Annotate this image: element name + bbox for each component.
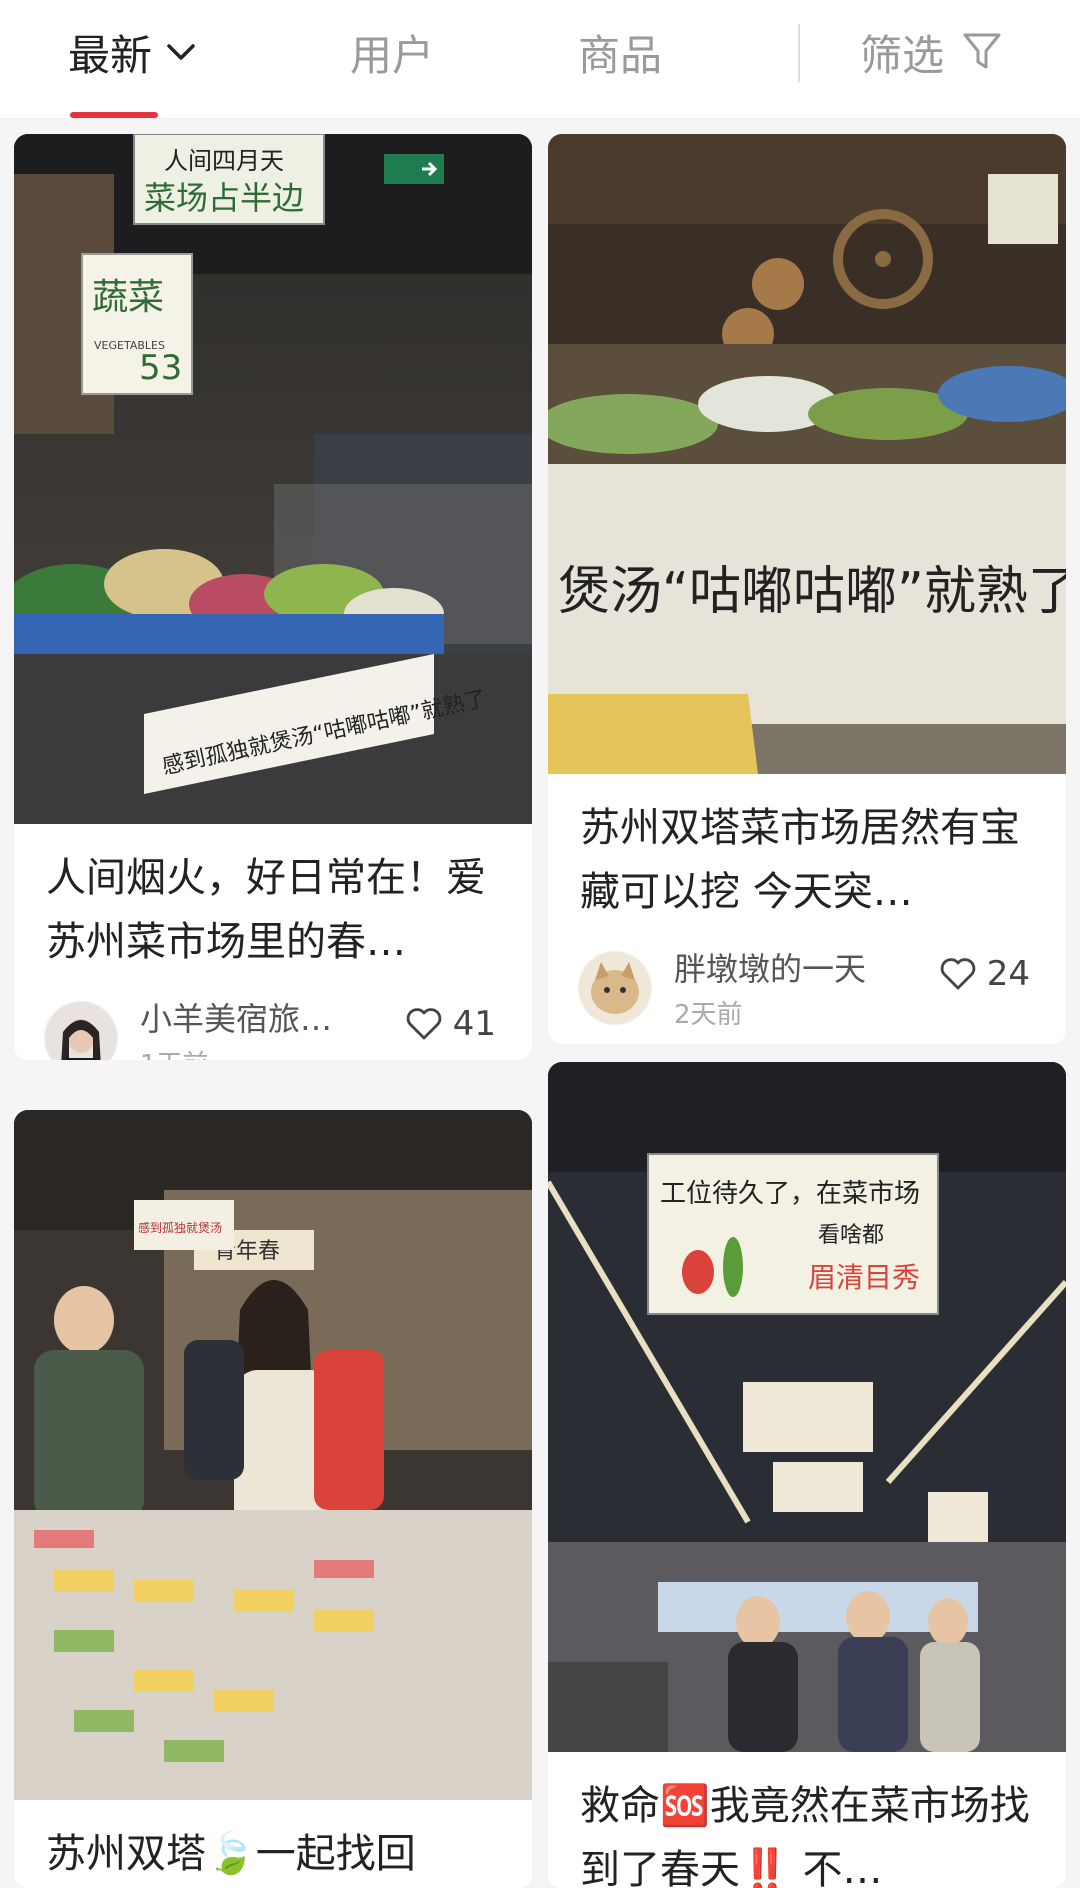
photo-sign-top: 人间四月天 (164, 147, 284, 175)
post-card[interactable]: 青年春 感到孤独就煲汤 苏州双塔🍃一起找回 (14, 1110, 532, 1888)
like-button[interactable]: 41 (405, 1004, 496, 1044)
tab-latest-label: 最新 (68, 30, 153, 80)
photo-sign-accent: 眉清目秀 (808, 1261, 920, 1294)
post-image: 感到孤独就煲汤“咕嘟咕嘟”就熟了 人间四月天 菜场占半边 蔬菜 53 VEGET… (14, 134, 532, 824)
tab-latest[interactable]: 最新 (68, 22, 196, 82)
active-tab-indicator (70, 112, 158, 118)
photo-sign-main: 工位待久了，在菜市场 (660, 1179, 920, 1209)
tab-users-label: 用户 (350, 30, 435, 80)
author-name: 胖墩墩的一天 (674, 950, 867, 988)
post-title: 苏州双塔🍃一起找回 (46, 1831, 416, 1877)
post-title: 人间烟火，好日常在！爱苏州菜市场里的春… (46, 855, 486, 965)
chevron-down-icon (166, 42, 196, 62)
post-card[interactable]: 工位待久了，在菜市场 看啥都 眉清目秀 救命🆘我竟然在菜市场找到了春天‼️ 不… (548, 1062, 1066, 1888)
like-count: 41 (452, 1004, 496, 1044)
photo-sign-main: 菜场占半边 (144, 179, 304, 217)
post-title: 救命🆘我竟然在菜市场找到了春天‼️ 不… (580, 1783, 1030, 1888)
like-button[interactable]: 24 (939, 954, 1030, 994)
filter-label: 筛选 (860, 30, 945, 80)
post-time: 2天前 (674, 1000, 743, 1030)
photo-hanging-en: VEGETABLES (94, 339, 165, 352)
heart-icon (939, 957, 977, 991)
avatar (578, 950, 652, 1025)
post-card[interactable]: 感到孤独就煲汤“咕嘟咕嘟”就熟了 人间四月天 菜场占半边 蔬菜 53 VEGET… (14, 134, 532, 1060)
photo-banner-text: 煲汤“咕嘟咕嘟”就熟了 (558, 562, 1066, 622)
tab-goods[interactable]: 商品 (578, 22, 662, 82)
post-author[interactable]: 小羊美宿旅… 1天前 (44, 994, 332, 1060)
post-image: 煲汤“咕嘟咕嘟”就熟了 (548, 134, 1066, 774)
like-count: 24 (986, 954, 1030, 994)
tab-divider (798, 24, 800, 82)
filter-button[interactable]: 筛选 (860, 22, 1002, 82)
photo-sign-sub: 看啥都 (818, 1223, 884, 1248)
post-card[interactable]: 煲汤“咕嘟咕嘟”就熟了 苏州双塔菜市场居然有宝藏可以挖 今天突… 胖墩墩的一天 … (548, 134, 1066, 1044)
photo-hanging-sign: 蔬菜 (92, 277, 164, 318)
heart-icon (405, 1007, 443, 1041)
avatar (44, 1000, 118, 1060)
top-tab-bar: 最新 用户 商品 筛选 (0, 0, 1080, 119)
post-image: 青年春 感到孤独就煲汤 (14, 1110, 532, 1800)
post-author[interactable]: 胖墩墩的一天 2天前 (578, 944, 866, 1031)
post-time: 1天前 (140, 1044, 332, 1060)
post-image: 工位待久了，在菜市场 看啥都 眉清目秀 (548, 1062, 1066, 1752)
author-name: 小羊美宿旅… (140, 1000, 333, 1038)
filter-icon (962, 31, 1002, 73)
tab-users[interactable]: 用户 (350, 22, 434, 82)
post-title: 苏州双塔菜市场居然有宝藏可以挖 今天突… (580, 805, 1020, 915)
photo-sign: 感到孤独就煲汤 (138, 1220, 222, 1235)
tab-goods-label: 商品 (578, 30, 663, 80)
photo-hanging-num: 53 (139, 348, 182, 388)
